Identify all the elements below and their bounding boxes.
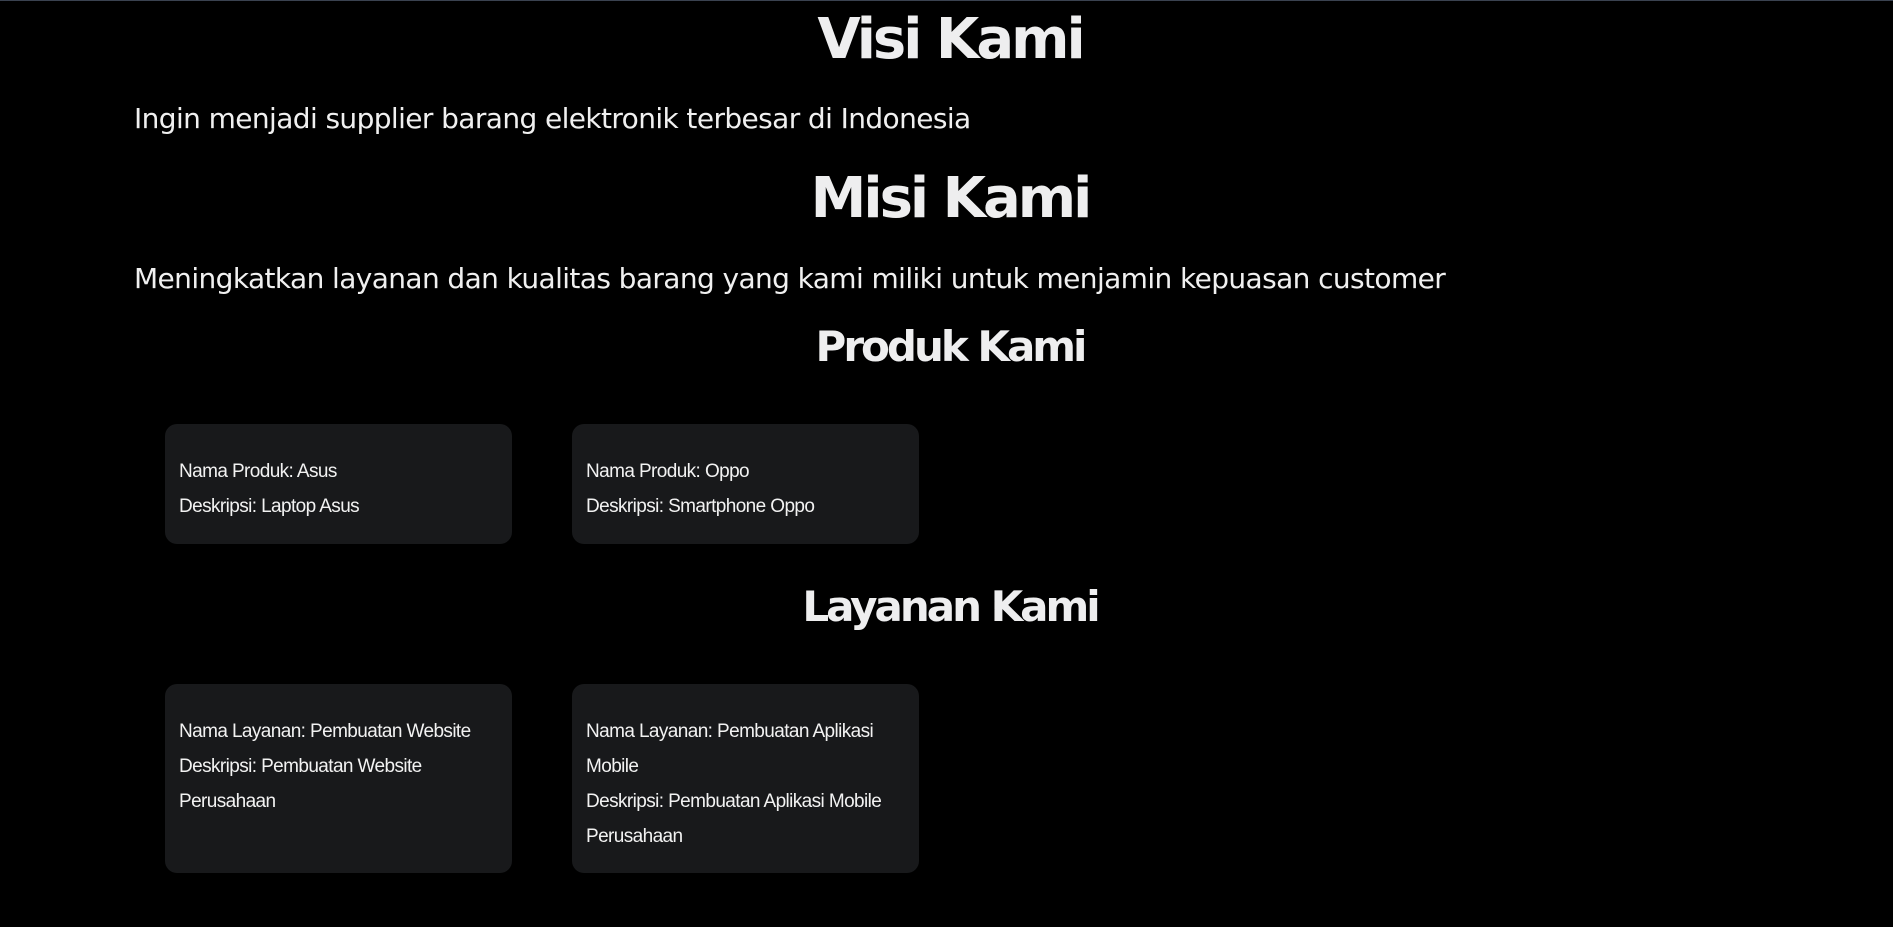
produk-description: Deskripsi: Smartphone Oppo xyxy=(586,489,905,524)
produk-desc-label: Deskripsi: xyxy=(586,496,664,517)
layanan-card: Nama Layanan: Pembuatan Website Deskrips… xyxy=(165,684,512,873)
produk-card: Nama Produk: Asus Deskripsi: Laptop Asus xyxy=(165,424,512,544)
layanan-name: Nama Layanan: Pembuatan Aplikasi Mobile xyxy=(586,714,905,784)
layanan-card: Nama Layanan: Pembuatan Aplikasi Mobile … xyxy=(572,684,919,873)
layanan-heading: Layanan Kami xyxy=(802,582,1100,631)
layanan-description: Deskripsi: Pembuatan Aplikasi Mobile Per… xyxy=(586,784,905,854)
layanan-name-label: Nama Layanan: xyxy=(586,721,713,742)
produk-desc-label: Deskripsi: xyxy=(179,496,257,517)
visi-text: Ingin menjadi supplier barang elektronik… xyxy=(134,102,971,135)
misi-text: Meningkatkan layanan dan kualitas barang… xyxy=(134,262,1446,295)
produk-description: Deskripsi: Laptop Asus xyxy=(179,489,498,524)
layanan-desc-label: Deskripsi: xyxy=(179,756,257,777)
produk-name-value: Oppo xyxy=(704,461,750,482)
produk-heading: Produk Kami xyxy=(815,322,1088,371)
misi-heading: Misi Kami xyxy=(810,166,1093,231)
produk-desc-value: Laptop Asus xyxy=(261,496,360,517)
page: Visi Kami Ingin menjadi supplier barang … xyxy=(0,0,1893,927)
produk-name-label: Nama Produk: xyxy=(586,461,701,482)
produk-name: Nama Produk: Oppo xyxy=(586,454,905,489)
produk-name-label: Nama Produk: xyxy=(179,461,294,482)
layanan-name-value: Pembuatan Website xyxy=(310,721,471,742)
produk-card: Nama Produk: Oppo Deskripsi: Smartphone … xyxy=(572,424,919,544)
produk-name: Nama Produk: Asus xyxy=(179,454,498,489)
layanan-description: Deskripsi: Pembuatan Website Perusahaan xyxy=(179,749,498,819)
layanan-desc-label: Deskripsi: xyxy=(586,791,664,812)
visi-heading: Visi Kami xyxy=(817,7,1085,72)
layanan-name: Nama Layanan: Pembuatan Website xyxy=(179,714,498,749)
produk-desc-value: Smartphone Oppo xyxy=(668,496,815,517)
layanan-name-label: Nama Layanan: xyxy=(179,721,306,742)
produk-name-value: Asus xyxy=(296,461,337,482)
